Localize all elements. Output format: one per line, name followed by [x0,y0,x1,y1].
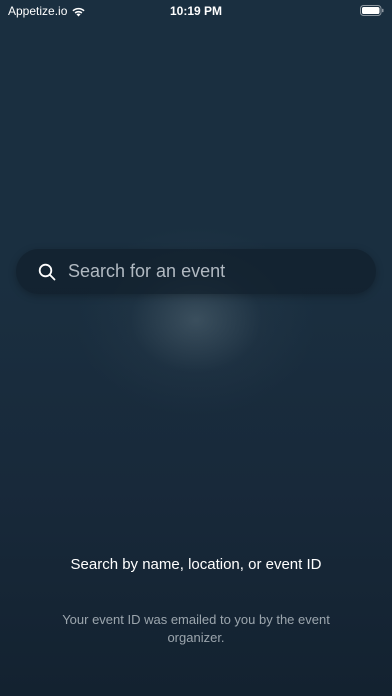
search-bar[interactable] [16,249,376,294]
event-search-screen: Appetize.io 10:19 PM Search by name, loc… [0,0,392,696]
search-help-heading: Search by name, location, or event ID [70,556,322,573]
status-bar: Appetize.io 10:19 PM [0,0,392,22]
battery-icon [360,5,384,16]
search-help-subtext: Your event ID was emailed to you by the … [62,612,330,645]
status-time: 10:19 PM [169,4,223,18]
search-icon [38,263,56,280]
search-input[interactable] [68,261,376,282]
